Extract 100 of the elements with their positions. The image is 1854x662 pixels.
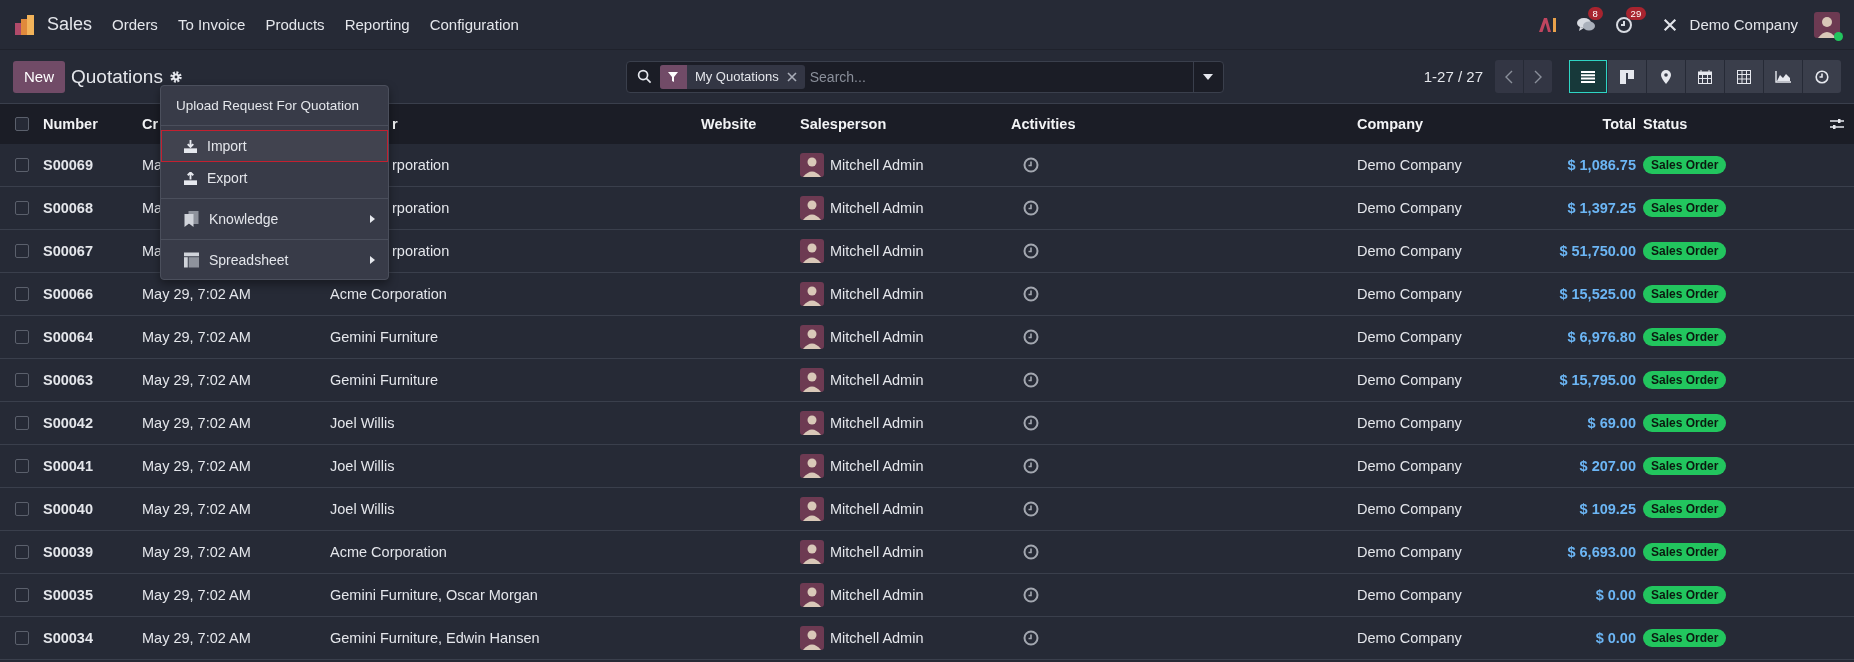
clock-icon[interactable] xyxy=(1023,286,1039,302)
clock-icon[interactable] xyxy=(1023,243,1039,259)
menu-item[interactable]: Knowledge xyxy=(161,203,388,235)
user-avatar[interactable] xyxy=(1814,11,1840,38)
table-cell: Mitchell Admin xyxy=(830,243,924,259)
table-cell: Gemini Furniture, Oscar Morgan xyxy=(330,587,538,603)
chevron-right-icon xyxy=(1534,69,1542,84)
clock-icon[interactable] xyxy=(1613,15,1634,34)
column-header[interactable]: Salesperson xyxy=(800,116,887,132)
menu-item[interactable]: Export xyxy=(161,162,388,194)
row-checkbox[interactable] xyxy=(14,545,29,559)
table-cell: Demo Company xyxy=(1357,200,1462,216)
table-cell: S00035 xyxy=(43,587,93,603)
clock-icon[interactable] xyxy=(1023,587,1039,603)
nav-menu-item[interactable]: Reporting xyxy=(344,16,410,33)
column-header[interactable]: Website xyxy=(701,116,757,132)
view-switch-button[interactable] xyxy=(1803,60,1841,93)
clock-icon[interactable] xyxy=(1023,329,1039,345)
column-header[interactable]: Cr xyxy=(142,116,159,132)
table-cell: Gemini Furniture xyxy=(330,329,438,345)
status-badge: Sales Order xyxy=(1643,414,1727,432)
notification-badge: 29 xyxy=(1625,6,1647,20)
column-header[interactable]: Total xyxy=(1602,116,1636,132)
settings-sliders-icon[interactable] xyxy=(1830,118,1844,130)
table-cell: S00067 xyxy=(43,243,93,259)
row-checkbox[interactable] xyxy=(14,330,29,344)
pager-value[interactable]: 1-27 / 27 xyxy=(1423,68,1483,85)
row-checkbox[interactable] xyxy=(14,459,29,473)
clock-icon[interactable] xyxy=(1023,372,1039,388)
close-icon[interactable] xyxy=(786,71,797,82)
app-name[interactable]: Sales xyxy=(47,14,93,35)
view-switch-button[interactable] xyxy=(1647,60,1685,93)
table-cell: May 29, 7:02 AM xyxy=(142,329,251,345)
view-switch-button[interactable] xyxy=(1725,60,1763,93)
clock-icon[interactable] xyxy=(1023,458,1039,474)
clock-icon[interactable] xyxy=(1023,200,1039,216)
column-header[interactable]: Number xyxy=(43,116,98,132)
app-logo-icon[interactable] xyxy=(14,13,36,36)
upload-icon xyxy=(184,171,197,185)
clock-icon[interactable] xyxy=(1023,630,1039,646)
table-cell: Demo Company xyxy=(1357,587,1462,603)
table-cell: Demo Company xyxy=(1357,501,1462,517)
row-checkbox[interactable] xyxy=(14,502,29,516)
column-header[interactable]: Status xyxy=(1643,116,1688,132)
view-switch-button[interactable] xyxy=(1764,60,1802,93)
chat-icon[interactable] xyxy=(1575,15,1596,34)
nav-menu-item[interactable]: To Invoice xyxy=(177,16,246,33)
view-switch-button[interactable] xyxy=(1569,60,1607,93)
clock-icon[interactable] xyxy=(1023,501,1039,517)
row-checkbox[interactable] xyxy=(14,373,29,387)
column-header[interactable]: Activities xyxy=(1011,116,1076,132)
menu-item[interactable]: Import xyxy=(161,130,388,162)
user-avatar xyxy=(800,626,824,650)
menu-item[interactable]: Spreadsheet xyxy=(161,244,388,276)
row-checkbox[interactable] xyxy=(14,201,29,215)
row-checkbox[interactable] xyxy=(14,416,29,430)
filter-icon xyxy=(667,70,680,83)
row-checkbox[interactable] xyxy=(14,244,29,258)
menu-item[interactable]: Upload Request For Quotation xyxy=(161,89,388,121)
table-cell: $ 1,086.75 xyxy=(1567,157,1636,173)
column-header[interactable]: Company xyxy=(1357,116,1424,132)
table-cell: $ 0.00 xyxy=(1595,587,1636,603)
view-switch-button[interactable] xyxy=(1608,60,1646,93)
bookmark-icon xyxy=(184,211,199,227)
table-cell: Acme Corporation xyxy=(330,544,447,560)
status-badge: Sales Order xyxy=(1643,500,1727,518)
search-icon xyxy=(636,69,652,84)
clock-icon[interactable] xyxy=(1023,544,1039,560)
table-cell-text: rporation xyxy=(391,200,450,216)
gear-icon[interactable] xyxy=(168,69,183,84)
clock-icon[interactable] xyxy=(1023,157,1039,173)
row-checkbox[interactable] xyxy=(14,631,29,645)
nav-menu-item[interactable]: Orders xyxy=(112,16,158,33)
filter-facet[interactable]: My Quotations xyxy=(659,64,805,89)
list-icon xyxy=(1581,70,1595,83)
select-all-checkbox[interactable] xyxy=(14,117,29,131)
nav-menu-item[interactable]: Products xyxy=(265,16,325,33)
table-cell: Demo Company xyxy=(1357,458,1462,474)
clock-icon[interactable] xyxy=(1023,415,1039,431)
table-cell-text: rporation xyxy=(391,157,450,173)
table-cell: Gemini Furniture xyxy=(330,372,438,388)
new-button[interactable]: New xyxy=(13,60,65,93)
nav-menu-item[interactable]: Configuration xyxy=(429,16,519,33)
company-name[interactable]: Demo Company xyxy=(1689,16,1798,33)
row-checkbox[interactable] xyxy=(14,588,29,602)
row-checkbox[interactable] xyxy=(14,158,29,172)
user-avatar xyxy=(800,583,824,607)
ai-logo-icon[interactable] xyxy=(1537,15,1558,34)
user-avatar xyxy=(800,540,824,564)
user-avatar xyxy=(800,196,824,220)
table-cell: $ 0.00 xyxy=(1595,630,1636,646)
search-field[interactable]: My Quotations Search... xyxy=(625,60,1224,93)
table-cell: $ 109.25 xyxy=(1579,501,1636,517)
table-cell: Mitchell Admin xyxy=(830,286,924,302)
row-checkbox[interactable] xyxy=(14,287,29,301)
table-cell: S00039 xyxy=(43,544,93,560)
table-cell: Mitchell Admin xyxy=(830,587,924,603)
table-cell: $ 6,976.80 xyxy=(1567,329,1636,345)
table-cell: Demo Company xyxy=(1357,544,1462,560)
view-switch-button[interactable] xyxy=(1686,60,1724,93)
